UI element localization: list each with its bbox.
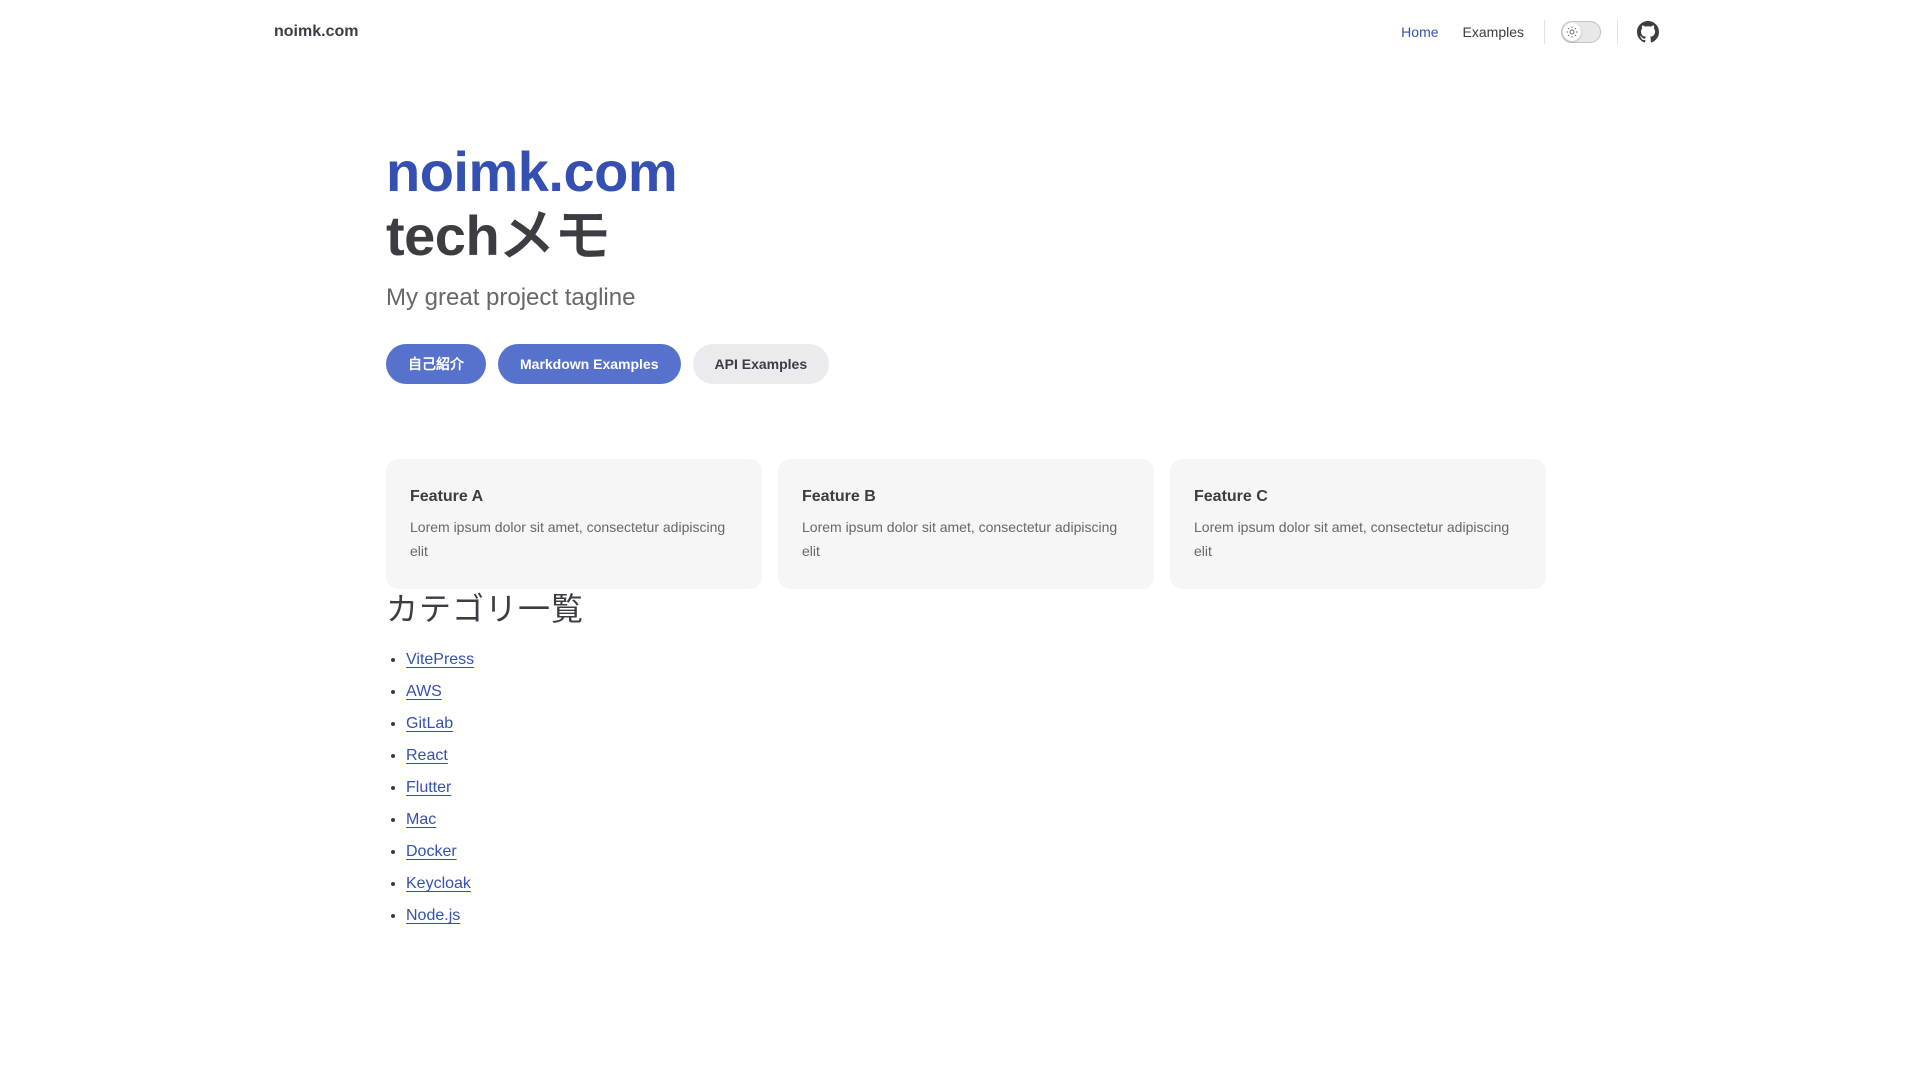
feature-details: Lorem ipsum dolor sit amet, consectetur … (802, 519, 1118, 559)
profile-button[interactable]: 自己紹介 (386, 344, 486, 384)
github-icon (1637, 21, 1659, 43)
markdown-examples-button[interactable]: Markdown Examples (498, 344, 681, 384)
category-link-aws[interactable]: AWS (406, 683, 442, 700)
theme-toggle-switch[interactable] (1561, 21, 1601, 43)
list-item: Flutter (406, 772, 1546, 804)
feature-card: Feature B Lorem ipsum dolor sit amet, co… (778, 459, 1154, 589)
category-link-keycloak[interactable]: Keycloak (406, 875, 471, 892)
list-item: Node.js (406, 900, 1546, 932)
navbar: noimk.com Home Examples (0, 0, 1920, 64)
hero-section: noimk.com techメモ My great project taglin… (386, 140, 1546, 384)
features-section: Feature A Lorem ipsum dolor sit amet, co… (386, 459, 1546, 589)
category-link-vitepress[interactable]: VitePress (406, 651, 474, 668)
feature-title: Feature B (802, 488, 876, 505)
api-examples-button[interactable]: API Examples (692, 344, 830, 384)
hero-name: noimk.com (386, 140, 678, 203)
category-link-mac[interactable]: Mac (406, 811, 436, 828)
feature-title: Feature A (410, 488, 484, 505)
nav-divider (1544, 20, 1545, 44)
category-link-docker[interactable]: Docker (406, 843, 457, 860)
list-item: GitLab (406, 708, 1546, 740)
category-link-react[interactable]: React (406, 747, 448, 764)
list-item: Keycloak (406, 868, 1546, 900)
nav-divider (1617, 20, 1618, 44)
hero-text: techメモ (386, 204, 611, 267)
category-link-gitlab[interactable]: GitLab (406, 715, 453, 732)
category-link-nodejs[interactable]: Node.js (406, 907, 460, 924)
sun-icon (1563, 23, 1581, 41)
list-item: AWS (406, 676, 1546, 708)
hero-tagline: My great project tagline (386, 284, 636, 311)
feature-card: Feature C Lorem ipsum dolor sit amet, co… (1170, 459, 1546, 589)
nav-menu: Home Examples (1389, 0, 1666, 64)
list-item: VitePress (406, 644, 1546, 676)
feature-details: Lorem ipsum dolor sit amet, consectetur … (1194, 519, 1510, 559)
hero-actions: 自己紹介 Markdown Examples API Examples (386, 344, 1546, 384)
feature-title: Feature C (1194, 488, 1268, 505)
feature-card: Feature A Lorem ipsum dolor sit amet, co… (386, 459, 762, 589)
nav-link-home[interactable]: Home (1389, 0, 1450, 64)
category-link-flutter[interactable]: Flutter (406, 779, 451, 796)
categories-heading: カテゴリ一覧 (386, 590, 585, 628)
list-item: React (406, 740, 1546, 772)
nav-link-examples[interactable]: Examples (1451, 0, 1536, 64)
categories-section: カテゴリ一覧 VitePress AWS GitLab React Flutte… (386, 588, 1546, 932)
github-link[interactable] (1630, 14, 1666, 50)
site-title-link[interactable]: noimk.com (274, 20, 358, 44)
categories-list: VitePress AWS GitLab React Flutter Mac D… (386, 644, 1546, 932)
list-item: Docker (406, 836, 1546, 868)
list-item: Mac (406, 804, 1546, 836)
feature-details: Lorem ipsum dolor sit amet, consectetur … (410, 519, 726, 559)
